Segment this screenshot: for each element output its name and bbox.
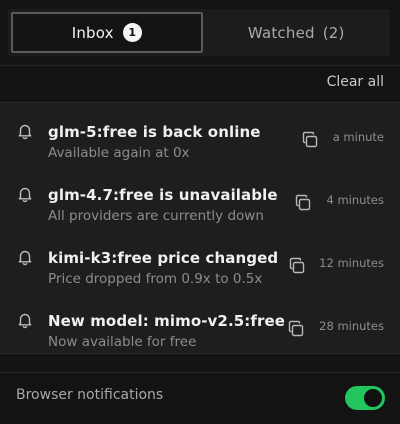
notification-subtitle: Available again at 0x [48, 145, 190, 161]
bell-icon [16, 185, 34, 203]
tab-inbox-label: Inbox [71, 23, 114, 42]
divider [0, 65, 400, 66]
tab-watched-label: Watched [247, 23, 315, 42]
copy-icon[interactable] [301, 131, 319, 149]
browser-notifications-toggle[interactable] [345, 386, 385, 410]
divider [0, 372, 400, 373]
notification-item[interactable]: glm-5:free is back online Available agai… [0, 111, 400, 174]
notification-time: 4 minutes [326, 193, 384, 207]
bell-icon [16, 248, 34, 266]
clear-all-button[interactable]: Clear all [327, 74, 384, 90]
browser-notifications-label: Browser notifications [16, 387, 164, 403]
bell-icon [16, 122, 34, 140]
notification-item[interactable]: glm-4.7:free is unavailable All provider… [0, 174, 400, 237]
notification-list: glm-5:free is back online Available agai… [0, 102, 400, 354]
notification-subtitle: All providers are currently down [48, 208, 264, 224]
notification-item[interactable]: kimi-k3:free price changed Price dropped… [0, 237, 400, 300]
copy-icon[interactable] [287, 320, 305, 338]
notifications-panel: Inbox 1 Watched (2) Clear all glm-5:free… [0, 0, 400, 424]
bell-icon [16, 311, 34, 329]
notification-time: 28 minutes [319, 319, 384, 333]
notification-time: 12 minutes [319, 256, 384, 270]
copy-icon[interactable] [288, 257, 306, 275]
watched-count: (2) [322, 23, 345, 42]
notification-subtitle: Price dropped from 0.9x to 0.5x [48, 271, 263, 287]
notification-title: glm-5:free is back online [48, 123, 261, 141]
tab-watched[interactable]: Watched (2) [203, 9, 391, 56]
notification-title: kimi-k3:free price changed [48, 249, 279, 267]
notification-item[interactable]: New model: mimo-v2.5:free Now available … [0, 300, 400, 363]
notification-subtitle: Now available for free [48, 334, 197, 350]
tab-inbox[interactable]: Inbox 1 [11, 12, 203, 53]
notification-title: New model: mimo-v2.5:free [48, 312, 286, 330]
copy-icon[interactable] [294, 194, 312, 212]
notification-time: a minute [332, 130, 384, 144]
toggle-knob [364, 389, 382, 407]
tab-bar: Inbox 1 Watched (2) [8, 9, 390, 56]
notification-title: glm-4.7:free is unavailable [48, 186, 278, 204]
unread-badge: 1 [122, 23, 142, 42]
